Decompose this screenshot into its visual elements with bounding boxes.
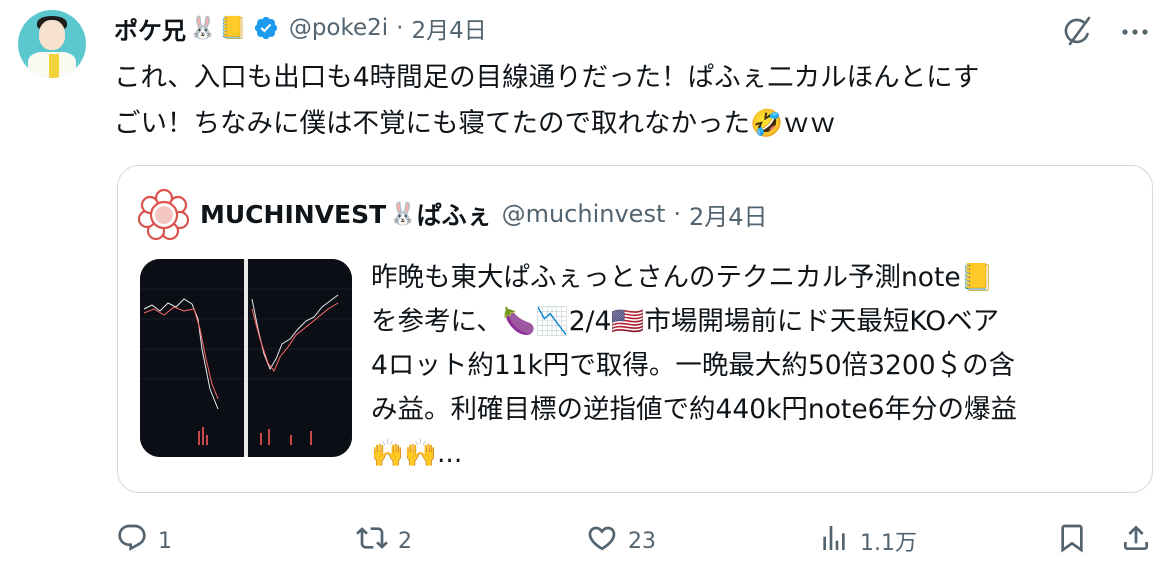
quoted-line: 4ロット約11k円で取得。一晩最大約50倍3200＄の含 [371, 350, 1016, 381]
bookmark-icon [1056, 522, 1088, 560]
like-count: 23 [628, 528, 656, 554]
quoted-author-avatar [137, 188, 190, 241]
retweet-icon [356, 522, 388, 560]
views-button[interactable]: 1.1万 [818, 518, 917, 564]
quoted-line: 昨晩も東大ぱふぇっとさんのテクニカル予測note📒 [371, 262, 994, 293]
quoted-author-name: MUCHINVEST [200, 199, 387, 229]
tweet-date[interactable]: 2月4日 [411, 11, 486, 45]
like-button[interactable]: 23 [586, 518, 656, 564]
quoted-text: 昨晩も東大ぱふぇっとさんのテクニカル予測note📒 を参考に、🍆📉2/4🇺🇸市場… [371, 256, 1141, 476]
rabbit-emoji: 🐰 [389, 201, 417, 227]
share-icon [1120, 522, 1152, 560]
author-handle[interactable]: @poke2i [289, 15, 388, 41]
quoted-line: を参考に、🍆📉2/4🇺🇸市場開場前にド天最短KOベア [371, 306, 1000, 337]
quoted-separator: · [673, 200, 681, 228]
quoted-header: MUCHINVEST 🐰 ぱふぇ @muchinvest · 2月4日 [200, 196, 768, 232]
heart-icon [586, 522, 618, 560]
reply-icon [116, 522, 148, 560]
rabbit-emoji: 🐰 [189, 15, 217, 41]
bookmark-button[interactable] [1056, 518, 1088, 564]
quoted-line: み益。利確目標の逆指値で約440k円note6年分の爆益 [371, 394, 1017, 425]
notebook-emoji: 📒 [219, 15, 247, 41]
quoted-tweet[interactable]: MUCHINVEST 🐰 ぱふぇ @muchinvest · 2月4日 昨晩も東… [117, 165, 1153, 493]
tweet-line: これ、入口も出口も4時間足の目線通りだった！ぱふぇ二カルほんとにす [114, 62, 980, 93]
retweet-count: 2 [398, 528, 412, 554]
views-icon [818, 522, 850, 560]
reply-count: 1 [158, 528, 172, 554]
quoted-media-image[interactable] [140, 259, 352, 457]
grok-icon[interactable] [1062, 14, 1096, 48]
author-avatar[interactable] [18, 10, 86, 78]
action-bar: 1 2 23 1.1万 [0, 518, 1176, 568]
tweet-text: これ、入口も出口も4時間足の目線通りだった！ぱふぇ二カルほんとにす ごい！ちなみ… [114, 55, 1164, 147]
quoted-line: 🙌🙌... [371, 438, 463, 469]
retweet-button[interactable]: 2 [356, 518, 412, 564]
reply-button[interactable]: 1 [116, 518, 172, 564]
views-count: 1.1万 [860, 531, 917, 556]
header-separator: · [396, 15, 404, 41]
author-name[interactable]: ポケ兄 [114, 11, 186, 46]
quoted-author-handle: @muchinvest [501, 200, 666, 228]
verified-badge-icon[interactable] [253, 15, 279, 41]
tweet-header: ポケ兄 🐰 📒 @poke2i · 2月4日 [114, 10, 487, 46]
tweet-line: ごい！ちなみに僕は不覚にも寝てたので取れなかった🤣ｗｗ [114, 108, 836, 139]
share-button[interactable] [1120, 518, 1152, 564]
quoted-date: 2月4日 [689, 202, 768, 231]
quoted-author-name-suffix: ぱふぇ [416, 201, 492, 230]
more-icon[interactable] [1120, 17, 1150, 47]
